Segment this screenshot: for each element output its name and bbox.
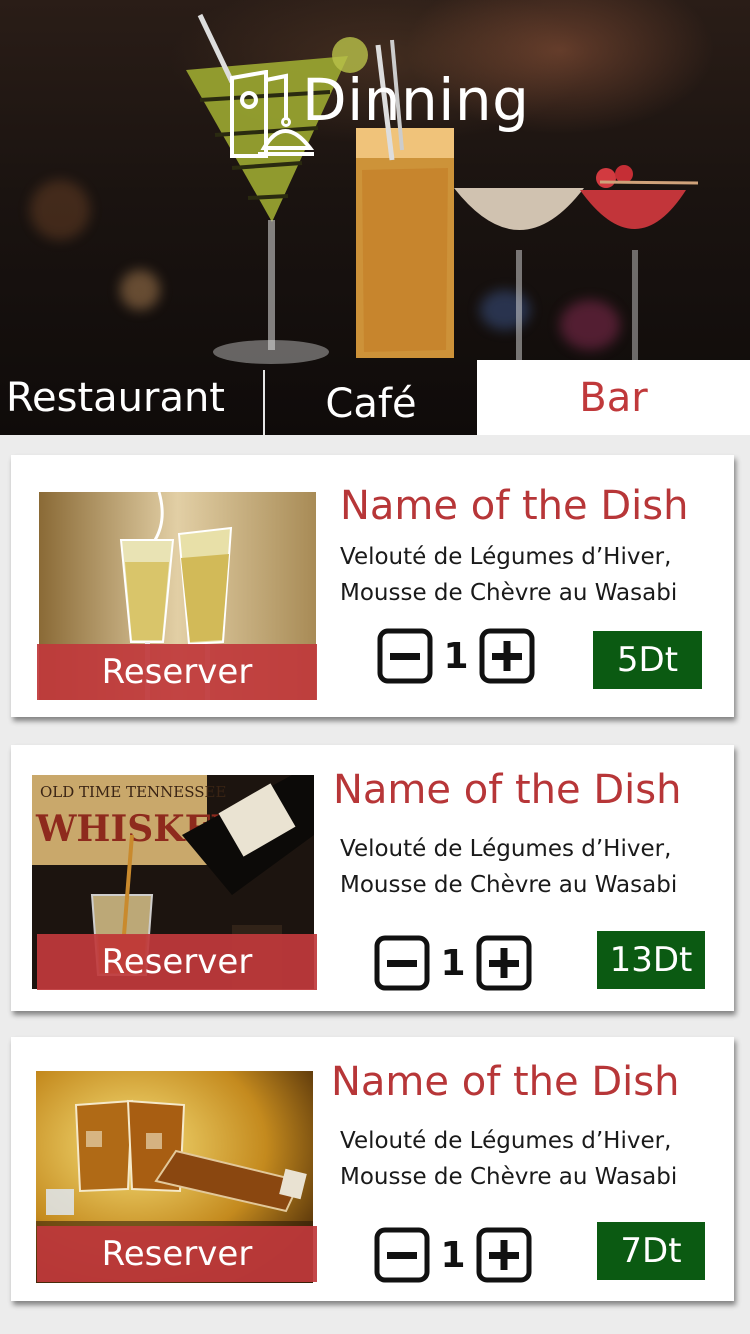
dish-description-line: Mousse de Chèvre au Wasabi (340, 580, 678, 606)
minus-icon[interactable] (374, 1227, 430, 1283)
price-badge: 13Dt (597, 931, 705, 989)
dish-description-line: Mousse de Chèvre au Wasabi (340, 1164, 678, 1190)
tab-cafe[interactable]: Café (265, 366, 477, 441)
plus-icon[interactable] (476, 935, 532, 991)
quantity-stepper: 1 (374, 1227, 532, 1283)
price-badge: 7Dt (597, 1222, 705, 1280)
menu-item-card: OLD TIME TENNESSEE WHISKEY Reserver Name… (11, 745, 734, 1011)
dish-description: Velouté de Légumes d’Hiver, Mousse de Ch… (340, 831, 677, 903)
plus-icon[interactable] (476, 1227, 532, 1283)
reserve-button[interactable]: Reserver (37, 644, 317, 700)
dish-description-line: Mousse de Chèvre au Wasabi (340, 872, 678, 898)
dish-description-line: Velouté de Légumes d’Hiver, (340, 544, 672, 570)
quantity-value: 1 (443, 635, 469, 677)
tab-bar[interactable]: Bar (477, 360, 750, 435)
dish-name: Name of the Dish (340, 483, 689, 529)
minus-icon[interactable] (374, 935, 430, 991)
reserve-button[interactable]: Reserver (37, 934, 317, 990)
dish-description: Velouté de Légumes d’Hiver, Mousse de Ch… (340, 539, 677, 611)
quantity-stepper: 1 (374, 935, 532, 991)
price-badge: 5Dt (593, 631, 702, 689)
page-title: Dinning (228, 70, 530, 160)
dish-description-line: Velouté de Légumes d’Hiver, (340, 836, 672, 862)
dish-name: Name of the Dish (333, 767, 682, 813)
svg-text:OLD TIME TENNESSEE: OLD TIME TENNESSEE (40, 783, 226, 801)
quantity-value: 1 (440, 942, 466, 984)
quantity-value: 1 (440, 1234, 466, 1276)
reserve-button[interactable]: Reserver (37, 1226, 317, 1282)
plus-icon[interactable] (479, 628, 535, 684)
dish-description-line: Velouté de Légumes d’Hiver, (340, 1128, 672, 1154)
dish-description: Velouté de Légumes d’Hiver, Mousse de Ch… (340, 1123, 677, 1195)
quantity-stepper: 1 (377, 628, 535, 684)
minus-icon[interactable] (377, 628, 433, 684)
menu-item-card: Reserver Name of the Dish Velouté de Lég… (11, 455, 734, 717)
menu-item-card: Reserver Name of the Dish Velouté de Lég… (11, 1037, 734, 1301)
page-title-text: Dinning (302, 66, 530, 134)
dish-name: Name of the Dish (331, 1059, 680, 1105)
tab-restaurant[interactable]: Restaurant (0, 360, 264, 435)
